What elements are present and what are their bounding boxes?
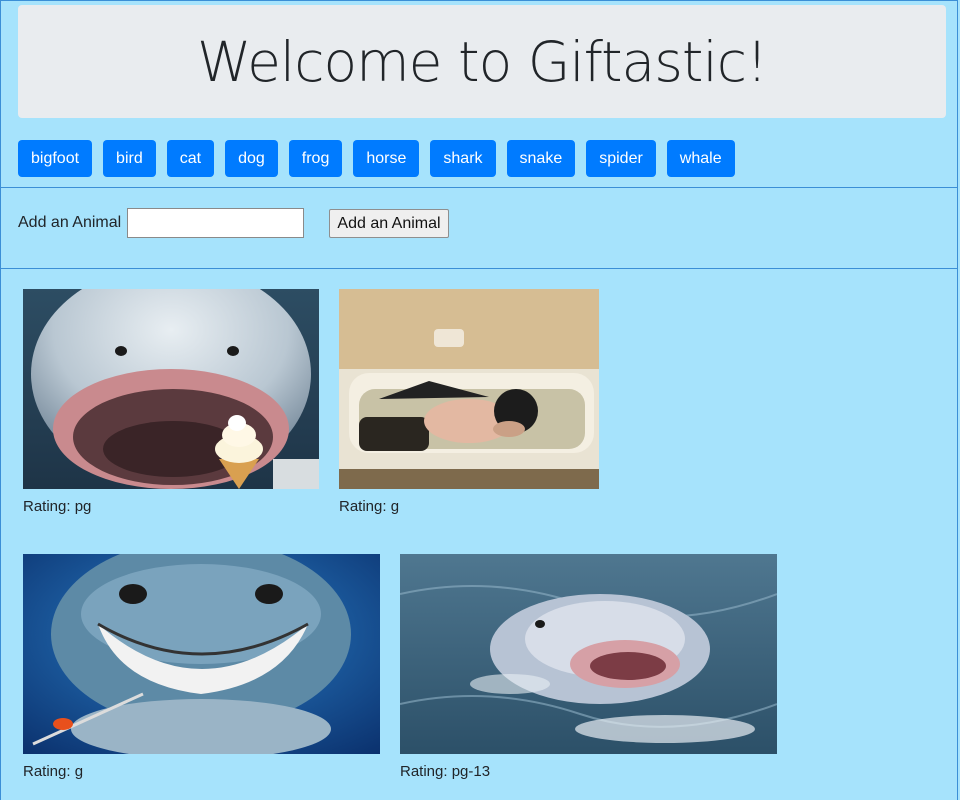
animal-button-dog[interactable]: dog <box>225 140 278 177</box>
gif-rating: Rating: g <box>339 498 400 515</box>
gif-image[interactable] <box>23 539 380 759</box>
gif-image[interactable] <box>339 289 599 489</box>
shark-in-water-image <box>399 554 778 754</box>
add-animal-button[interactable]: Add an Animal <box>329 209 449 238</box>
animal-button-cat[interactable]: cat <box>166 140 215 177</box>
header-jumbotron: Welcome to Giftastic! <box>18 5 946 118</box>
animal-button-spider[interactable]: spider <box>586 140 656 177</box>
bathtub-image <box>339 289 599 489</box>
divider <box>1 268 958 269</box>
add-animal-input[interactable] <box>127 208 304 238</box>
animal-button-horse[interactable]: horse <box>353 140 420 177</box>
animal-button-row: bigfoot bird cat dog frog horse shark sn… <box>18 140 746 177</box>
animal-button-snake[interactable]: snake <box>506 140 576 177</box>
animal-button-bird[interactable]: bird <box>103 140 156 177</box>
gif-rating: Rating: pg <box>23 498 92 515</box>
divider <box>1 187 958 188</box>
gif-image[interactable] <box>399 554 778 754</box>
animal-button-whale[interactable]: whale <box>666 140 735 177</box>
gif-image[interactable] <box>23 264 319 489</box>
gif-rating: Rating: g <box>23 763 84 780</box>
add-animal-label: Add an Animal <box>18 214 122 231</box>
shark-ice-cream-image <box>23 264 319 489</box>
cartoon-shark-image <box>23 539 380 759</box>
animal-button-shark[interactable]: shark <box>430 140 496 177</box>
animal-button-bigfoot[interactable]: bigfoot <box>18 140 93 177</box>
gif-rating: Rating: pg-13 <box>400 763 491 780</box>
animal-button-frog[interactable]: frog <box>288 140 343 177</box>
page-title: Welcome to Giftastic! <box>196 29 768 94</box>
